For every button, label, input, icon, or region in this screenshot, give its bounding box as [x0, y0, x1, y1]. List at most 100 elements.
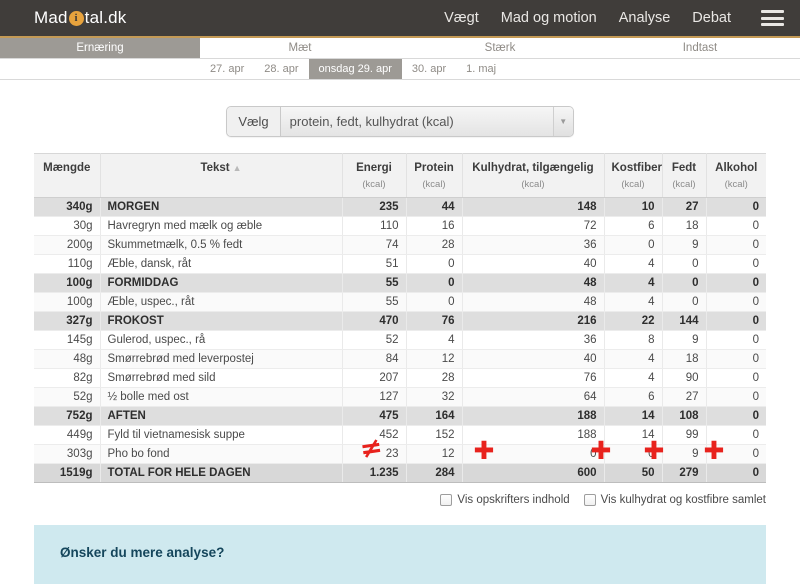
cell-energi: 51: [342, 254, 407, 275]
meal-group-row[interactable]: 752g AFTEN 475 164 188 14 108 0: [34, 406, 766, 427]
cell-energi: 74: [342, 235, 407, 256]
nutrient-select-value[interactable]: protein, fedt, kulhydrat (kcal): [280, 107, 553, 136]
cell-tekst[interactable]: Skummetmælk, 0.5 % fedt: [100, 235, 343, 256]
page-content: Vælg protein, fedt, kulhydrat (kcal) ▼ M…: [0, 80, 800, 584]
cell-tekst[interactable]: MORGEN: [100, 197, 343, 218]
tab-ernaering[interactable]: Ernæring: [0, 38, 200, 58]
cell-tekst[interactable]: Æble, uspec., råt: [100, 292, 343, 313]
table-row[interactable]: 303g Pho bo fond 23 12 0 0 9 0: [34, 444, 766, 465]
table-row[interactable]: 145g Gulerod, uspec., rå 52 4 36 8 9 0: [34, 330, 766, 351]
cell-alkohol: 0: [706, 349, 766, 370]
col-header-energi-unit: (kcal): [362, 178, 386, 190]
tab-staerk[interactable]: Stærk: [400, 38, 600, 58]
date-strip-spacer: [0, 59, 200, 79]
checkbox-box-icon[interactable]: [440, 494, 453, 507]
section-tab-bar: Ernæring Mæt Stærk Indtast: [0, 38, 800, 59]
cell-kulhydrat: 216: [462, 311, 605, 332]
cell-kostfiber: 50: [604, 463, 663, 484]
site-logo[interactable]: Mad i tal.dk: [34, 8, 127, 28]
cell-fedt: 279: [662, 463, 707, 484]
cell-energi: 475: [342, 406, 407, 427]
cell-kostfiber: 6: [604, 387, 663, 408]
cell-alkohol: 0: [706, 235, 766, 256]
col-header-kulhydrat-label: Kulhydrat, tilgængelig: [472, 162, 594, 174]
cell-tekst[interactable]: Smørrebrød med sild: [100, 368, 343, 389]
col-header-maengde[interactable]: Mængde: [34, 152, 101, 199]
col-header-alkohol-label: Alkohol: [715, 162, 758, 174]
meal-group-row[interactable]: 100g FORMIDDAG 55 0 48 4 0 0: [34, 273, 766, 294]
cell-kostfiber: 0: [604, 235, 663, 256]
cell-alkohol: 0: [706, 292, 766, 313]
checkbox-vis-opskrifters-indhold[interactable]: Vis opskrifters indhold: [440, 494, 570, 507]
cell-tekst[interactable]: Pho bo fond: [100, 444, 343, 465]
cell-protein: 44: [406, 197, 463, 218]
cell-tekst[interactable]: Fyld til vietnamesisk suppe: [100, 425, 343, 446]
table-row[interactable]: 449g Fyld til vietnamesisk suppe 452 152 188…: [34, 425, 766, 446]
nav-item-debat[interactable]: Debat: [692, 10, 731, 26]
cell-tekst[interactable]: FROKOST: [100, 311, 343, 332]
nav-item-analyse[interactable]: Analyse: [619, 10, 671, 26]
table-row[interactable]: 110g Æble, dansk, råt 51 0 40 4 0 0: [34, 254, 766, 275]
date-27-apr[interactable]: 27. apr: [200, 59, 254, 79]
cell-alkohol: 0: [706, 425, 766, 446]
cell-alkohol: 0: [706, 254, 766, 275]
cell-tekst[interactable]: Æble, dansk, råt: [100, 254, 343, 275]
cell-tekst[interactable]: ½ bolle med ost: [100, 387, 343, 408]
meal-group-row[interactable]: 340g MORGEN 235 44 148 10 27 0: [34, 197, 766, 218]
cell-maengde: 110g: [34, 254, 101, 275]
cell-maengde: 100g: [34, 292, 101, 313]
cell-fedt: 9: [662, 330, 707, 351]
col-header-fedt[interactable]: Fedt (kcal): [662, 152, 707, 199]
nav-item-mad-og-motion[interactable]: Mad og motion: [501, 10, 597, 26]
cell-kostfiber: 4: [604, 254, 663, 275]
col-header-kulhydrat[interactable]: Kulhydrat, tilgængelig (kcal): [462, 152, 605, 199]
total-row[interactable]: 1519g TOTAL FOR HELE DAGEN 1.235 284 600 50 27…: [34, 463, 766, 484]
cell-tekst[interactable]: Havregryn med mælk og æble: [100, 216, 343, 237]
col-header-alkohol[interactable]: Alkohol (kcal): [706, 152, 766, 199]
col-header-protein[interactable]: Protein (kcal): [406, 152, 463, 199]
cell-alkohol: 0: [706, 330, 766, 351]
cell-fedt: 0: [662, 273, 707, 294]
cell-fedt: 90: [662, 368, 707, 389]
date-selected-29-apr[interactable]: onsdag 29. apr: [308, 59, 402, 79]
cell-energi: 55: [342, 273, 407, 294]
cell-tekst[interactable]: AFTEN: [100, 406, 343, 427]
cell-protein: 16: [406, 216, 463, 237]
cell-tekst[interactable]: TOTAL FOR HELE DAGEN: [100, 463, 343, 484]
cell-tekst[interactable]: Gulerod, uspec., rå: [100, 330, 343, 351]
col-header-kostfiber-unit: (kcal): [621, 178, 645, 190]
tab-maet[interactable]: Mæt: [200, 38, 400, 58]
tab-indtast[interactable]: Indtast: [600, 38, 800, 58]
chevron-down-icon[interactable]: ▼: [552, 107, 573, 136]
nutrient-selector-row: Vælg protein, fedt, kulhydrat (kcal) ▼: [34, 80, 766, 153]
meal-group-row[interactable]: 327g FROKOST 470 76 216 22 144 0: [34, 311, 766, 332]
cell-tekst[interactable]: Smørrebrød med leverpostej: [100, 349, 343, 370]
cell-maengde: 449g: [34, 425, 101, 446]
cell-maengde: 100g: [34, 273, 101, 294]
table-row[interactable]: 30g Havregryn med mælk og æble 110 16 72 6 18 0: [34, 216, 766, 237]
col-header-energi[interactable]: Energi (kcal): [342, 152, 407, 199]
date-28-apr[interactable]: 28. apr: [254, 59, 308, 79]
table-row[interactable]: 200g Skummetmælk, 0.5 % fedt 74 28 36 0 9 0: [34, 235, 766, 256]
nutrient-select[interactable]: Vælg protein, fedt, kulhydrat (kcal) ▼: [226, 106, 574, 137]
col-header-kostfiber[interactable]: Kostfiber (kcal): [604, 152, 663, 199]
cell-protein: 284: [406, 463, 463, 484]
table-row[interactable]: 48g Smørrebrød med leverpostej 84 12 40 4 18 0: [34, 349, 766, 370]
date-30-apr[interactable]: 30. apr: [402, 59, 456, 79]
checkbox-vis-kulhydrat-kostfibre-samlet[interactable]: Vis kulhydrat og kostfibre samlet: [583, 494, 766, 507]
nutrient-select-label: Vælg: [227, 107, 281, 136]
table-row[interactable]: 82g Smørrebrød med sild 207 28 76 4 90 0: [34, 368, 766, 389]
main-nav-links: Vægt Mad og motion Analyse Debat: [444, 10, 784, 26]
date-1-maj[interactable]: 1. maj: [456, 59, 506, 79]
col-header-tekst-label: Tekst: [200, 162, 230, 174]
checkbox-box-icon[interactable]: [583, 494, 596, 507]
table-row[interactable]: 52g ½ bolle med ost 127 32 64 6 27 0: [34, 387, 766, 408]
sort-ascending-icon: ▲: [232, 163, 242, 173]
nav-item-vaegt[interactable]: Vægt: [444, 10, 479, 26]
hamburger-menu-icon[interactable]: [761, 10, 784, 26]
table-row[interactable]: 100g Æble, uspec., råt 55 0 48 4 0 0: [34, 292, 766, 313]
cell-kulhydrat: 40: [462, 254, 605, 275]
cell-kostfiber: 6: [604, 216, 663, 237]
cell-tekst[interactable]: FORMIDDAG: [100, 273, 343, 294]
col-header-tekst[interactable]: Tekst ▲: [100, 152, 343, 199]
